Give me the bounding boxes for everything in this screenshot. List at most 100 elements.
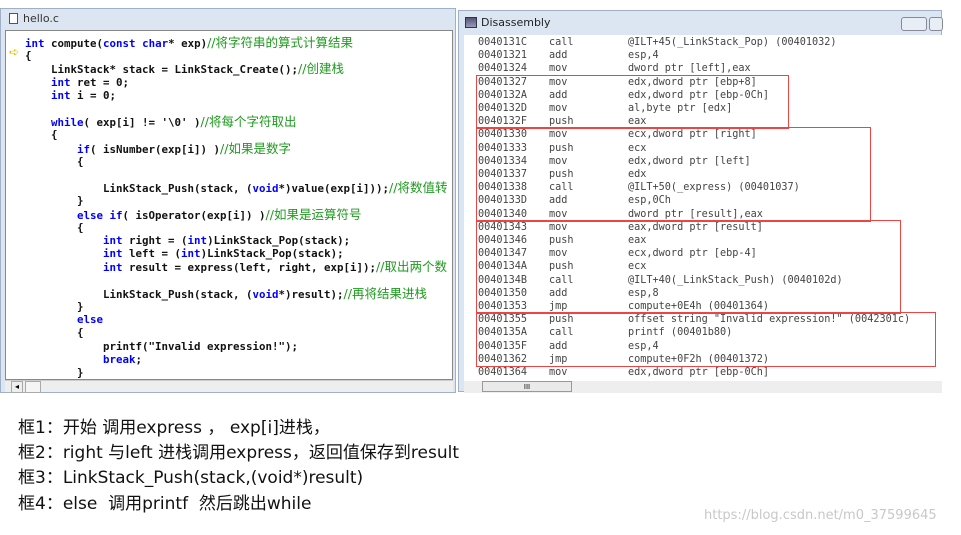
code-line: break; [25,353,142,366]
code-text: LinkStack* stack = LinkStack_Create(); [25,63,299,77]
operands: @ILT+45(_LinkStack_Pop) (00401032) [628,37,837,48]
comment: //将字符串的算式计算结果 [207,35,354,50]
keyword: char [142,37,169,50]
address: 00401324 [478,63,528,75]
code-text: { [25,49,32,63]
code-text: ( exp[i] != '\0' ) [83,116,201,130]
mnemonic: mov [549,367,568,378]
comment: //再将结果进栈 [343,285,427,301]
operands: dword ptr [left],eax [628,63,751,75]
code-line: if( isNumber(exp[i]) )//如果是数字 [25,140,291,156]
disassembly-listing[interactable]: 0040131C call @ILT+45(_LinkStack_Pop) (004… [464,35,942,381]
highlight-box-1 [476,74,789,130]
source-editor-window: hello.c ➪ int compute(const char* exp)//… [0,8,456,393]
code-line: { [25,221,84,234]
mnemonic: call [549,37,574,48]
code-line: int right = (int)LinkStack_Pop(stack); [25,234,350,247]
code-text: } [25,194,84,208]
operands: edx,dword ptr [ebp-0Ch] [628,367,770,378]
scroll-thumb[interactable]: III [482,381,572,392]
file-icon [9,13,18,24]
disassembly-horizontal-scrollbar[interactable]: III [464,381,942,393]
code-line: printf("Invalid expression!"); [25,340,298,353]
keyword: else [77,313,104,327]
note-box-4: 框4：else 调用printf 然后跳出while [18,494,312,514]
code-text: { [25,220,84,234]
keyword: int [103,261,123,275]
code-text: } [25,300,84,313]
comment: //取出两个数 [376,259,447,275]
code-text: result = express(left, right, exp[i]); [122,261,377,275]
disassembly-titlebar: Disassembly [465,16,551,29]
address: 00401364 [478,367,528,378]
code-line: { [25,49,32,62]
current-line-arrow-icon: ➪ [9,45,20,59]
note-box-3: 框3：LinkStack_Push(stack,(void*)result) [18,468,364,488]
code-text: { [25,154,84,168]
mnemonic: mov [549,63,568,75]
disassembly-title: Disassembly [481,16,551,29]
code-line: int ret = 0; [25,76,129,89]
editor-tab[interactable]: hello.c [9,12,59,25]
code-text: printf("Invalid expression!"); [25,339,299,353]
highlight-box-4 [476,312,936,367]
code-text: LinkStack_Push(stack, ( [25,287,253,301]
keyword: int [51,75,71,89]
keyword: int [187,234,208,247]
code-text: * exp) [168,37,208,50]
scroll-left-button[interactable]: ◂ [11,381,23,393]
code-area[interactable]: ➪ int compute(const char* exp)//将字符串的算式计… [5,30,453,380]
editor-horizontal-scrollbar[interactable]: ◂ [5,380,453,393]
disassembly-icon [465,17,477,28]
code-text: ( isOperator(exp[i]) ) [122,208,266,222]
keyword: int [181,247,201,261]
code-text: ; [135,352,143,366]
code-text: } [25,366,84,379]
maximize-button[interactable] [929,17,943,31]
code-text: ret = 0; [70,75,130,89]
watermark: https://blog.csdn.net/m0_37599645 [704,508,937,523]
code-text: *)result); [278,287,344,301]
code-line: else if( isOperator(exp[i]) )//如果是运算符号 [25,206,362,222]
note-box-1: 框1：开始 调用express ， exp[i]进栈， [18,418,330,438]
keyword: const [103,37,136,50]
code-line: int compute(const char* exp)//将字符串的算式计算结… [25,35,354,50]
code-text: *)value(exp[i])); [278,182,390,196]
code-text: i = 0; [70,88,117,102]
code-line: LinkStack_Push(stack, (void*)value(exp[i… [25,180,448,196]
keyword: else if [77,208,123,222]
code-text: )LinkStack_Pop(stack); [200,247,344,261]
keyword: while [51,116,84,130]
keyword: int [103,247,123,261]
address: 00401321 [478,50,528,62]
gutter: ➪ [6,31,24,379]
comment: //将数值转 [389,180,448,196]
code-line: } [25,300,84,313]
highlight-box-2 [476,127,871,222]
code-text: )LinkStack_Pop(stack); [207,234,351,247]
code-text: LinkStack_Push(stack, ( [25,182,253,196]
code-line: } [25,366,84,379]
code-text: compute( [44,37,104,50]
comment: //如果是运算符号 [265,206,362,222]
comment: //如果是数字 [220,140,291,156]
code-text: { [25,128,58,142]
highlight-box-3 [476,219,901,315]
comment: //将每个字符取出 [200,114,297,130]
code-text: { [25,326,84,340]
minimize-button[interactable] [901,17,927,31]
keyword: void [252,182,279,196]
code-text: left = ( [122,247,182,261]
code-line: } [25,194,84,207]
keyword: int [51,88,71,102]
comment: //创建栈 [298,61,344,77]
code-line: int i = 0; [25,89,116,102]
scroll-thumb[interactable] [25,381,41,393]
